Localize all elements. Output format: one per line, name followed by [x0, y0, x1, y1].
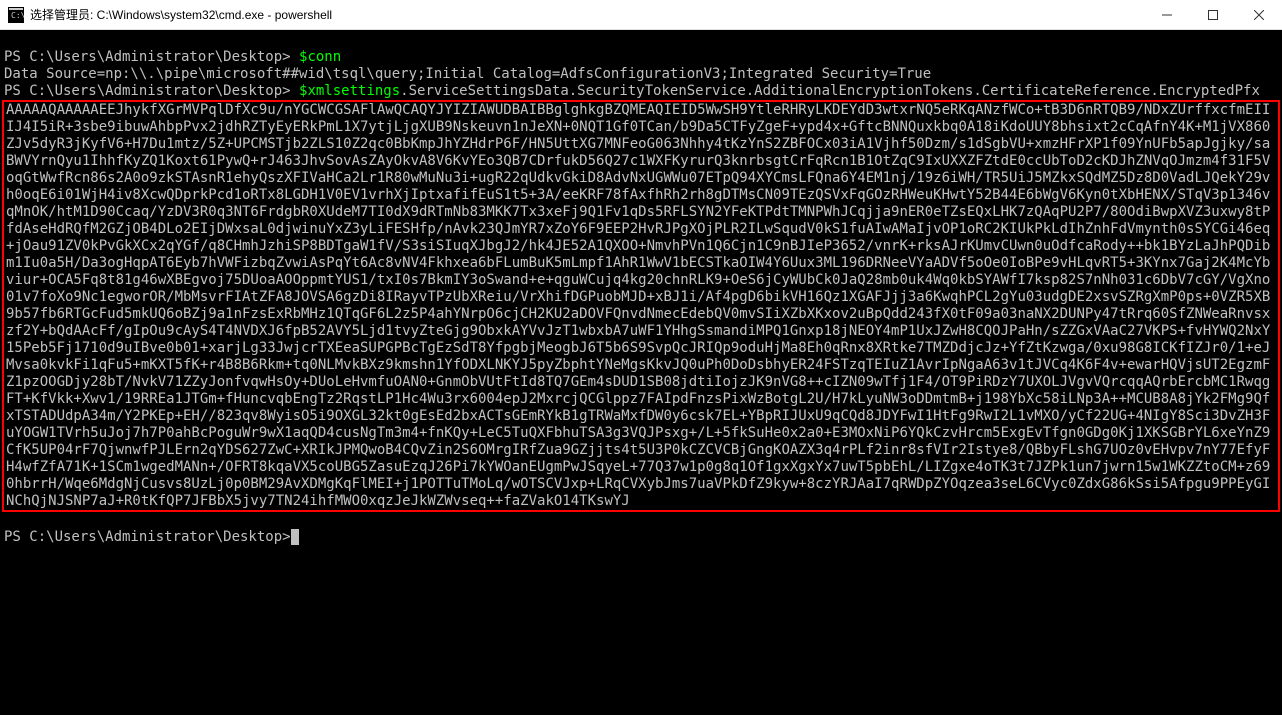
terminal-area[interactable]: PS C:\Users\Administrator\Desktop> $conn… [0, 30, 1282, 715]
prompt-line-1: PS C:\Users\Administrator\Desktop> $conn [4, 49, 341, 65]
encrypted-pfx-output: AAAAAQAAAAAEEJhykfXGrMVPqlDfXc9u/nYGCWCG… [2, 100, 1280, 512]
close-button[interactable] [1236, 0, 1282, 30]
cursor [291, 529, 299, 545]
xmlsettings-variable: $xmlsettings [299, 83, 400, 99]
titlebar-controls [1144, 0, 1282, 30]
svg-text:C:\: C:\ [11, 11, 24, 20]
connection-string-output: Data Source=np:\\.\pipe\microsoft##wid\t… [4, 66, 931, 82]
prompt-text: PS C:\Users\Administrator\Desktop> [4, 529, 291, 545]
prompt-line-2: PS C:\Users\Administrator\Desktop> $xmls… [4, 83, 1260, 99]
titlebar-left: C:\ 选择管理员: C:\Windows\system32\cmd.exe -… [0, 6, 332, 23]
prompt-line-3: PS C:\Users\Administrator\Desktop> [4, 529, 299, 545]
titlebar: C:\ 选择管理员: C:\Windows\system32\cmd.exe -… [0, 0, 1282, 30]
cmd-icon: C:\ [8, 7, 24, 23]
window-title: 选择管理员: C:\Windows\system32\cmd.exe - pow… [30, 6, 332, 23]
minimize-button[interactable] [1144, 0, 1190, 30]
prompt-text: PS C:\Users\Administrator\Desktop> [4, 83, 299, 99]
property-chain: .ServiceSettingsData.SecurityTokenServic… [400, 83, 1260, 99]
prompt-text: PS C:\Users\Administrator\Desktop> [4, 49, 299, 65]
maximize-button[interactable] [1190, 0, 1236, 30]
conn-variable: $conn [299, 49, 341, 65]
